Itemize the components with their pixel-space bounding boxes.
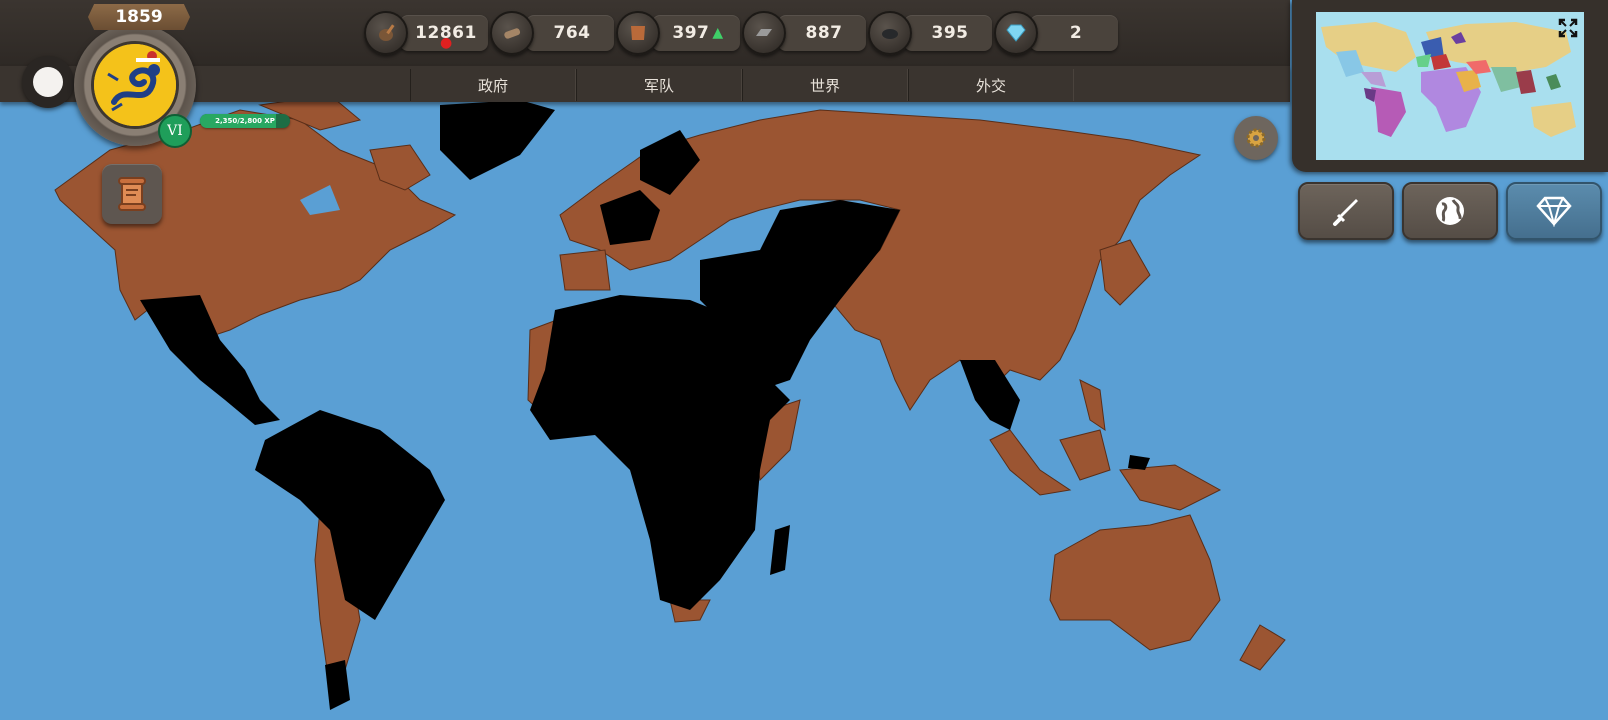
premium-button[interactable] [1506,182,1602,240]
history-scroll-button[interactable] [102,164,162,224]
level-badge: VI [158,114,192,148]
gear-icon [1246,128,1266,148]
toggle-knob [33,67,63,97]
globe-icon [1436,197,1464,225]
minimap-world [1321,22,1576,137]
minimap[interactable] [1316,12,1584,160]
tab-government[interactable]: 政府 [410,69,576,101]
tab-diplomacy-label: 外交 [975,76,1006,95]
coal-value: 395 [931,23,969,43]
world-button[interactable] [1402,182,1498,240]
diamond-icon [994,11,1038,55]
diamonds-value: 2 [1069,23,1083,43]
tab-world-label: 世界 [809,76,840,95]
year-banner: 1859 [88,4,190,30]
resource-iron[interactable]: 887 [742,11,866,55]
toggle-button[interactable] [22,56,74,108]
coal-icon [868,11,912,55]
xp-label: 2,350/2,800 XP [215,117,275,125]
resource-leather[interactable]: 397 ▲ [616,11,740,55]
log-icon [490,11,534,55]
expand-icon[interactable] [1558,18,1578,38]
resource-money[interactable]: 12861 ● [364,11,488,55]
tab-army[interactable]: 军队 [576,69,742,101]
xp-progress-bar: 2,350/2,800 XP [200,114,290,128]
dragon-emblem-icon [94,44,176,126]
top-bar: 12861 ● 764 397 ▲ 887 395 2 [0,0,1290,68]
resource-wood[interactable]: 764 [490,11,614,55]
tab-army-label: 军队 [643,76,674,95]
resource-coal[interactable]: 395 [868,11,992,55]
resource-diamonds[interactable]: 2 [994,11,1118,55]
scroll-icon [118,177,146,211]
tab-diplomacy[interactable]: 外交 [908,69,1074,101]
tab-government-label: 政府 [477,76,508,95]
sword-icon [1333,199,1358,226]
minimap-panel [1292,0,1608,172]
wood-value: 764 [553,23,591,43]
money-bag-icon [364,11,408,55]
arrow-up-icon: ▲ [712,25,724,41]
iron-value: 887 [805,23,843,43]
year-label: 1859 [115,7,163,27]
leather-hide-icon [616,11,660,55]
diamond-icon [1536,196,1572,227]
tab-world[interactable]: 世界 [742,69,908,101]
money-decrease-indicator: ● [440,35,453,51]
war-button[interactable] [1298,182,1394,240]
iron-ingot-icon [742,11,786,55]
leather-value: 397 [672,23,710,43]
settings-button[interactable] [1234,116,1278,160]
level-label: VI [167,123,183,139]
